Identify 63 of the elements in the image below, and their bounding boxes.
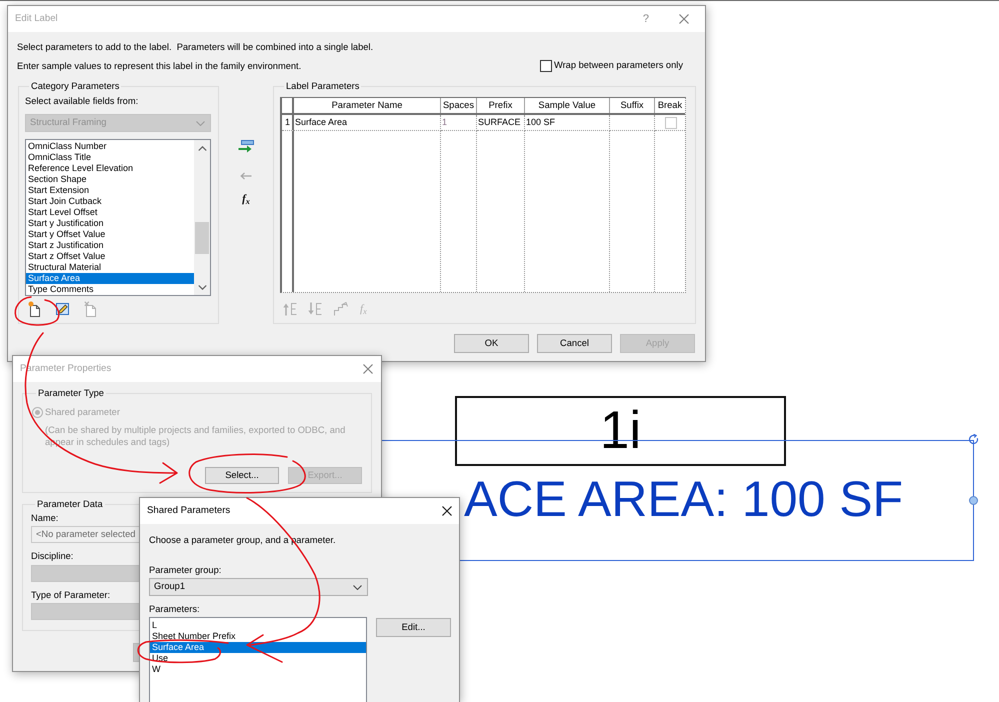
- field-label: Parameters:: [149, 603, 201, 615]
- group-title: Parameter Data: [36, 498, 104, 511]
- caret-icon: [353, 584, 362, 590]
- insert-arrow-icon[interactable]: [238, 140, 254, 153]
- checkbox-label[interactable]: Wrap between parameters only: [554, 60, 683, 72]
- new-page-icon[interactable]: [28, 301, 42, 317]
- edit-button[interactable]: Edit...: [376, 618, 451, 637]
- row-header: 1: [282, 115, 294, 131]
- list-item[interactable]: L: [150, 620, 366, 631]
- group-title: Category Parameters: [30, 80, 120, 93]
- list-item[interactable]: OmniClass Number: [26, 141, 194, 152]
- caret-icon: [196, 120, 205, 126]
- list-item[interactable]: Start z Offset Value: [26, 251, 194, 262]
- list-item[interactable]: OmniClass Title: [26, 152, 194, 163]
- list-item[interactable]: Start y Offset Value: [26, 229, 194, 240]
- checkbox[interactable]: [540, 60, 552, 72]
- list-item[interactable]: Start Join Cutback: [26, 196, 194, 207]
- window-title: Edit Label: [15, 13, 58, 25]
- label-text: ACE AREA: 100 SF: [464, 474, 904, 524]
- list-item[interactable]: Surface Area: [150, 642, 366, 653]
- list-item[interactable]: Type Comments: [26, 284, 194, 295]
- group-title: Label Parameters: [285, 80, 360, 93]
- list-item[interactable]: Start Level Offset: [26, 207, 194, 218]
- dialog-button[interactable]: Select...: [205, 467, 279, 484]
- grip-icon[interactable]: [969, 496, 978, 505]
- list-item[interactable]: Start z Justification: [26, 240, 194, 251]
- field-label: Discipline:: [31, 550, 74, 562]
- pencil-icon[interactable]: [56, 302, 70, 316]
- list-item[interactable]: W: [150, 664, 366, 675]
- table-cell: 100 SF: [525, 115, 610, 131]
- scrollbar-thumb[interactable]: [195, 222, 209, 254]
- instruction-text: Enter sample values to represent this label in the family environment.: [17, 60, 302, 73]
- window-title: Shared Parameters: [147, 505, 230, 517]
- group-dropdown[interactable]: Group1: [149, 578, 368, 596]
- list-item[interactable]: Start Extension: [26, 185, 194, 196]
- formula-button[interactable]: f$_{x}$: [241, 192, 251, 206]
- column-header: Suffix: [610, 98, 655, 113]
- dialog-button[interactable]: OK: [454, 334, 529, 353]
- list-item[interactable]: Sheet Number Prefix: [150, 631, 366, 642]
- field-label: Select available fields from:: [25, 95, 140, 108]
- instruction-text: Select parameters to add to the label. Parameters will be combined into a single label.: [17, 41, 374, 54]
- column-header: Parameter Name: [294, 98, 441, 113]
- column-header: Break: [656, 99, 684, 112]
- list-item[interactable]: Structural Material: [26, 262, 194, 273]
- column-header: Sample Value: [525, 98, 610, 113]
- field-label: Type of Parameter:: [31, 589, 112, 601]
- list-item[interactable]: Section Shape: [26, 174, 194, 185]
- rotate-icon[interactable]: [968, 434, 979, 445]
- list-item[interactable]: Start y Justification: [26, 218, 194, 229]
- field-label: Name:: [31, 512, 60, 524]
- group-title: Parameter Type: [37, 387, 105, 400]
- field-label: Parameter group:: [149, 564, 222, 576]
- list-item[interactable]: Reference Level Elevation: [26, 163, 194, 174]
- close-icon[interactable]: [442, 506, 452, 516]
- scroll-down-icon[interactable]: [198, 285, 206, 290]
- dialog-button[interactable]: Cancel: [537, 334, 612, 353]
- list-item[interactable]: Surface Area: [26, 273, 194, 284]
- table-cell: 1: [441, 115, 477, 131]
- column-header: Prefix: [477, 98, 525, 113]
- scroll-up-icon[interactable]: [198, 146, 206, 151]
- column-header: Spaces: [441, 98, 477, 113]
- table-cell: Surface Area: [294, 115, 441, 131]
- table-cell: SURFACE: [477, 115, 525, 131]
